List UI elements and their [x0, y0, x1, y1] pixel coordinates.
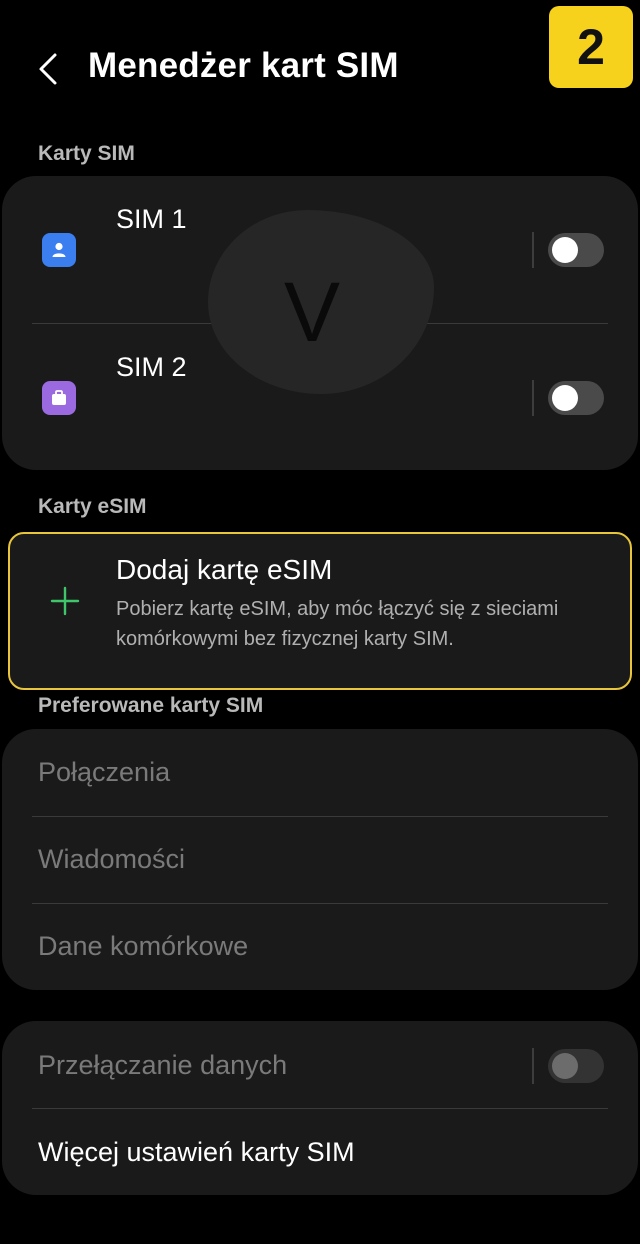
step-badge: 2 — [549, 6, 633, 88]
add-esim-description: Pobierz kartę eSIM, aby móc łączyć się z… — [116, 598, 559, 650]
section-label-sim-cards: Karty SIM — [38, 142, 135, 165]
data-switching-label: Przełączanie danych — [38, 1050, 288, 1080]
back-button[interactable] — [28, 46, 68, 92]
other-settings-card: Przełączanie danych Więcej ustawień kart… — [2, 1021, 638, 1195]
plus-icon — [50, 586, 80, 616]
section-label-preferred: Preferowane karty SIM — [38, 694, 264, 717]
toggle-knob — [552, 385, 578, 411]
preferred-messages-item[interactable]: Wiadomości — [38, 844, 185, 875]
toggle-separator — [532, 232, 534, 268]
divider — [32, 903, 608, 904]
toggle-knob — [552, 237, 578, 263]
section-label-esim: Karty eSIM — [38, 495, 147, 518]
page-title: Menedżer kart SIM — [88, 46, 399, 85]
toggle-separator — [532, 1048, 534, 1084]
sim-1-name: SIM 1 — [116, 204, 187, 234]
preferred-calls-item[interactable]: Połączenia — [38, 757, 170, 788]
annotation-letter: V — [284, 265, 341, 359]
chevron-left-icon — [39, 53, 57, 85]
sim-2-toggle[interactable] — [548, 381, 604, 415]
sim-2-name: SIM 2 — [116, 352, 187, 382]
sim-1-toggle[interactable] — [548, 233, 604, 267]
add-esim-button[interactable]: Dodaj kartę eSIM Pobierz kartę eSIM, aby… — [8, 532, 632, 690]
divider — [32, 816, 608, 817]
preferred-sim-card: Połączenia Wiadomości Dane komórkowe — [2, 729, 638, 990]
data-switching-toggle[interactable] — [548, 1049, 604, 1083]
preferred-mobile-data-item[interactable]: Dane komórkowe — [38, 931, 248, 962]
toggle-separator — [532, 380, 534, 416]
more-sim-settings-item[interactable]: Więcej ustawień karty SIM — [38, 1137, 355, 1168]
sim-manager-screen: Menedżer kart SIM 2 Karty SIM SIM 1 SIM … — [0, 0, 640, 1244]
divider — [32, 1108, 608, 1109]
app-bar: Menedżer kart SIM 2 — [0, 0, 640, 130]
toggle-knob — [552, 1053, 578, 1079]
add-esim-title: Dodaj kartę eSIM — [116, 554, 333, 585]
person-sim-icon — [42, 233, 76, 267]
briefcase-sim-icon — [42, 381, 76, 415]
